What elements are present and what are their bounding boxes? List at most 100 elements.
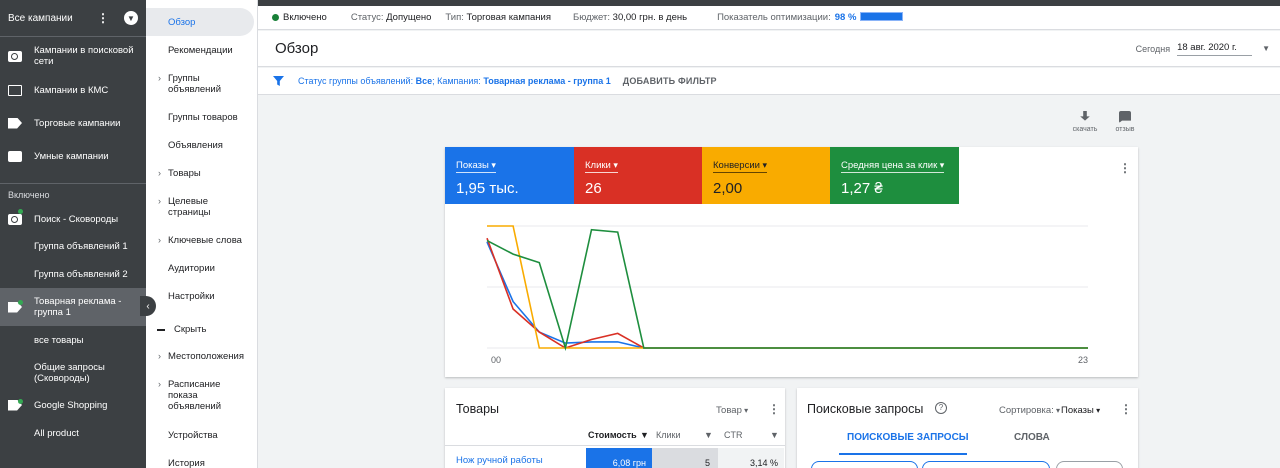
metric-value: 2,00: [713, 180, 743, 197]
tab-words[interactable]: СЛОВА: [1014, 432, 1050, 443]
page-nav-landing-pages[interactable]: Целевые страницы: [146, 196, 236, 218]
chevron-down-icon[interactable]: ▼: [704, 430, 713, 440]
col-clicks-header[interactable]: Клики: [656, 430, 681, 440]
metric-impressions[interactable]: Показы 1,95 тыс.: [445, 147, 574, 204]
query-chip[interactable]: [922, 461, 1050, 468]
metric-label[interactable]: Конверсии: [713, 160, 767, 173]
page-nav-locations[interactable]: Местоположения: [146, 351, 258, 362]
page-nav-audiences[interactable]: Аудитории: [146, 263, 258, 274]
nav-campaign-product-ads[interactable]: Товарная реклама - группа 1: [0, 288, 146, 326]
page-nav-ad-schedule[interactable]: Расписание показа объявлений: [146, 379, 236, 412]
products-dimension-select[interactable]: Товар: [716, 405, 748, 416]
filter-bar: Статус группы объявлений: Все; Кампания:…: [258, 68, 1280, 95]
sort-select[interactable]: Показы: [1061, 405, 1100, 416]
page-nav-ads[interactable]: Объявления: [146, 140, 258, 151]
metric-avg-cpc[interactable]: Средняя цена за клик 1,27 ₴: [830, 147, 959, 204]
performance-line-chart: 00 23: [486, 225, 1088, 365]
display-icon: [8, 84, 22, 96]
nav-item-label: Кампании в поисковой сети: [34, 45, 134, 67]
nav-item-label: Умные кампании: [34, 150, 109, 162]
download-icon: [1080, 111, 1090, 121]
metric-conversions[interactable]: Конверсии 2,00: [702, 147, 830, 204]
status-dot: [18, 399, 23, 404]
nav-item-search-campaigns[interactable]: Кампании в поисковой сети: [0, 37, 146, 75]
page-nav-history[interactable]: История: [146, 458, 258, 468]
performance-chart-card: Показы 1,95 тыс. Клики 26 Конверсии 2,00…: [445, 147, 1138, 377]
page-nav-keywords[interactable]: Ключевые слова: [146, 235, 258, 246]
feedback-button[interactable]: отзыв: [1110, 111, 1140, 133]
search-queries-card: [797, 388, 1138, 468]
campaign-type: Тип: Торговая кампания: [445, 12, 551, 23]
search-queries-card-title: Поисковые запросы: [807, 402, 924, 416]
active-filter[interactable]: Статус группы объявлений: Все; Кампания:…: [298, 76, 611, 86]
all-campaigns-header[interactable]: Все кампании ⋮ ▼: [0, 0, 146, 37]
optimization-score-bar: [860, 12, 904, 21]
add-filter-button[interactable]: ДОБАВИТЬ ФИЛЬТР: [623, 76, 717, 86]
nav-item-label: Кампании в КМС: [34, 84, 109, 96]
all-campaigns-title: Все кампании: [8, 12, 73, 24]
optimization-score[interactable]: Показатель оптимизации: 98 %: [717, 12, 904, 23]
nav-all-products[interactable]: все товары: [0, 326, 146, 354]
nav-item-display-campaigns[interactable]: Кампании в КМС: [0, 75, 146, 105]
budget[interactable]: Бюджет: 30,00 грн. в день: [573, 12, 687, 23]
date-range-label: Сегодня: [1135, 43, 1171, 54]
sort-desc-icon[interactable]: ▼: [640, 430, 649, 440]
help-icon[interactable]: ?: [935, 402, 947, 414]
nav-item-shopping-campaigns[interactable]: Торговые кампании: [0, 105, 146, 141]
sort-label: Сортировка:: [999, 405, 1060, 416]
tab-search-queries[interactable]: ПОИСКОВЫЕ ЗАПРОСЫ: [847, 432, 969, 443]
metric-label[interactable]: Показы: [456, 160, 496, 173]
queries-more-vert-icon[interactable]: ⋮: [1120, 402, 1132, 416]
page-nav-hide[interactable]: Скрыть: [146, 324, 258, 335]
nav-all-product[interactable]: All product: [0, 418, 146, 448]
main-content: Включено Статус: Допущено Тип: Торговая …: [258, 0, 1280, 468]
shopping-tag-icon: [8, 117, 22, 129]
date-range-picker[interactable]: 18 авг. 2020 г.: [1177, 42, 1253, 56]
campaign-status-bar: Включено Статус: Допущено Тип: Торговая …: [258, 6, 1280, 30]
smart-wand-icon: [8, 150, 22, 162]
metric-clicks[interactable]: Клики 26: [574, 147, 702, 204]
page-nav-recommendations[interactable]: Рекомендации: [146, 45, 258, 56]
date-dropdown-arrow-icon[interactable]: ▼: [1262, 44, 1270, 53]
nav-campaign-google-shopping[interactable]: Google Shopping: [0, 392, 146, 418]
page-nav-adgroups[interactable]: Группы объявлений: [146, 73, 236, 95]
page-header: Обзор Сегодня 18 авг. 2020 г. ▼: [258, 31, 1280, 67]
page-nav-product-groups[interactable]: Группы товаров: [146, 112, 258, 123]
col-ctr-header[interactable]: CTR: [724, 430, 743, 440]
campaign-label: Товарная реклама - группа 1: [34, 296, 122, 318]
query-chip[interactable]: [1056, 461, 1123, 468]
page-nav-overview[interactable]: Обзор: [146, 8, 254, 36]
filter-icon[interactable]: [273, 76, 284, 86]
page-nav: Обзор Рекомендации Группы объявлений Гру…: [146, 0, 258, 468]
status-dot: [18, 300, 23, 305]
col-cost-header[interactable]: Стоимость: [588, 430, 637, 440]
nav-campaign-search-pans[interactable]: Поиск - Сковороды: [0, 206, 146, 232]
chevron-down-icon[interactable]: ▼: [770, 430, 779, 440]
page-nav-settings[interactable]: Настройки: [146, 291, 258, 302]
more-vert-icon[interactable]: ⋮: [96, 11, 110, 25]
chevron-down-icon[interactable]: ▼: [124, 11, 138, 25]
product-row-name[interactable]: Нож ручной работы: [456, 455, 543, 466]
products-more-vert-icon[interactable]: ⋮: [768, 402, 780, 416]
section-enabled: Включено: [8, 190, 50, 200]
campaign-label: Google Shopping: [34, 399, 108, 411]
page-nav-products[interactable]: Товары: [146, 168, 258, 179]
search-icon: [8, 50, 22, 62]
nav-adgroup-1[interactable]: Группа объявлений 1: [0, 232, 146, 260]
nav-adgroup-2[interactable]: Группа объявлений 2: [0, 260, 146, 288]
enabled-status[interactable]: Включено: [272, 12, 327, 23]
query-chip[interactable]: [811, 461, 918, 468]
metric-label[interactable]: Клики: [585, 160, 618, 173]
status-dot: [18, 209, 23, 214]
metric-value: 26: [585, 180, 602, 197]
nav-item-smart-campaigns[interactable]: Умные кампании: [0, 141, 146, 171]
status-dot: [272, 14, 279, 21]
download-button[interactable]: скачать: [1070, 111, 1100, 133]
page-nav-devices[interactable]: Устройства: [146, 430, 258, 441]
chart-more-vert-icon[interactable]: ⋮: [1119, 161, 1131, 175]
campaign-label: Поиск - Сковороды: [34, 213, 119, 225]
metric-label[interactable]: Средняя цена за клик: [841, 160, 945, 173]
metric-value: 1,95 тыс.: [456, 180, 519, 197]
nav-general-queries[interactable]: Общие запросы (Сковороды): [0, 354, 146, 392]
feedback-icon: [1119, 111, 1131, 123]
